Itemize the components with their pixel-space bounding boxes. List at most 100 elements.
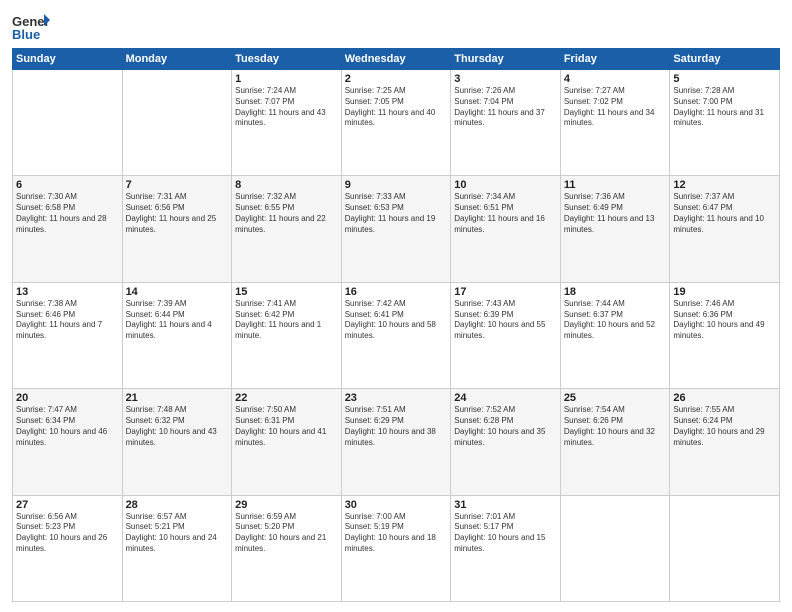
day-info: Sunrise: 7:55 AMSunset: 6:24 PMDaylight:… bbox=[673, 405, 776, 448]
day-cell bbox=[13, 70, 123, 176]
day-cell: 15Sunrise: 7:41 AMSunset: 6:42 PMDayligh… bbox=[232, 282, 342, 388]
day-info: Sunrise: 7:27 AMSunset: 7:02 PMDaylight:… bbox=[564, 86, 667, 129]
day-info: Sunrise: 7:01 AMSunset: 5:17 PMDaylight:… bbox=[454, 512, 557, 555]
week-row-2: 6Sunrise: 7:30 AMSunset: 6:58 PMDaylight… bbox=[13, 176, 780, 282]
day-info: Sunrise: 7:00 AMSunset: 5:19 PMDaylight:… bbox=[345, 512, 448, 555]
week-row-5: 27Sunrise: 6:56 AMSunset: 5:23 PMDayligh… bbox=[13, 495, 780, 601]
day-cell: 19Sunrise: 7:46 AMSunset: 6:36 PMDayligh… bbox=[670, 282, 780, 388]
day-number: 22 bbox=[235, 392, 338, 404]
calendar: SundayMondayTuesdayWednesdayThursdayFrid… bbox=[12, 48, 780, 602]
day-cell: 21Sunrise: 7:48 AMSunset: 6:32 PMDayligh… bbox=[122, 389, 232, 495]
day-number: 26 bbox=[673, 392, 776, 404]
week-row-4: 20Sunrise: 7:47 AMSunset: 6:34 PMDayligh… bbox=[13, 389, 780, 495]
day-cell: 31Sunrise: 7:01 AMSunset: 5:17 PMDayligh… bbox=[451, 495, 561, 601]
day-info: Sunrise: 7:50 AMSunset: 6:31 PMDaylight:… bbox=[235, 405, 338, 448]
day-number: 31 bbox=[454, 499, 557, 511]
day-info: Sunrise: 7:34 AMSunset: 6:51 PMDaylight:… bbox=[454, 192, 557, 235]
day-cell: 4Sunrise: 7:27 AMSunset: 7:02 PMDaylight… bbox=[560, 70, 670, 176]
day-cell: 27Sunrise: 6:56 AMSunset: 5:23 PMDayligh… bbox=[13, 495, 123, 601]
page: General Blue SundayMondayTuesdayWednesda… bbox=[0, 0, 792, 612]
weekday-header-wednesday: Wednesday bbox=[341, 49, 451, 70]
header: General Blue bbox=[12, 10, 780, 42]
day-number: 2 bbox=[345, 73, 448, 85]
day-cell: 29Sunrise: 6:59 AMSunset: 5:20 PMDayligh… bbox=[232, 495, 342, 601]
weekday-header-tuesday: Tuesday bbox=[232, 49, 342, 70]
day-cell: 7Sunrise: 7:31 AMSunset: 6:56 PMDaylight… bbox=[122, 176, 232, 282]
day-info: Sunrise: 6:59 AMSunset: 5:20 PMDaylight:… bbox=[235, 512, 338, 555]
day-number: 15 bbox=[235, 286, 338, 298]
day-cell: 14Sunrise: 7:39 AMSunset: 6:44 PMDayligh… bbox=[122, 282, 232, 388]
day-cell: 28Sunrise: 6:57 AMSunset: 5:21 PMDayligh… bbox=[122, 495, 232, 601]
day-cell: 10Sunrise: 7:34 AMSunset: 6:51 PMDayligh… bbox=[451, 176, 561, 282]
day-cell: 8Sunrise: 7:32 AMSunset: 6:55 PMDaylight… bbox=[232, 176, 342, 282]
day-cell: 6Sunrise: 7:30 AMSunset: 6:58 PMDaylight… bbox=[13, 176, 123, 282]
day-info: Sunrise: 6:57 AMSunset: 5:21 PMDaylight:… bbox=[126, 512, 229, 555]
day-number: 20 bbox=[16, 392, 119, 404]
day-cell: 9Sunrise: 7:33 AMSunset: 6:53 PMDaylight… bbox=[341, 176, 451, 282]
day-info: Sunrise: 7:37 AMSunset: 6:47 PMDaylight:… bbox=[673, 192, 776, 235]
day-cell: 5Sunrise: 7:28 AMSunset: 7:00 PMDaylight… bbox=[670, 70, 780, 176]
weekday-header-monday: Monday bbox=[122, 49, 232, 70]
day-info: Sunrise: 7:28 AMSunset: 7:00 PMDaylight:… bbox=[673, 86, 776, 129]
day-number: 6 bbox=[16, 179, 119, 191]
weekday-header-sunday: Sunday bbox=[13, 49, 123, 70]
day-number: 7 bbox=[126, 179, 229, 191]
day-info: Sunrise: 7:30 AMSunset: 6:58 PMDaylight:… bbox=[16, 192, 119, 235]
day-cell: 3Sunrise: 7:26 AMSunset: 7:04 PMDaylight… bbox=[451, 70, 561, 176]
day-number: 29 bbox=[235, 499, 338, 511]
day-number: 18 bbox=[564, 286, 667, 298]
day-info: Sunrise: 6:56 AMSunset: 5:23 PMDaylight:… bbox=[16, 512, 119, 555]
day-cell: 13Sunrise: 7:38 AMSunset: 6:46 PMDayligh… bbox=[13, 282, 123, 388]
weekday-header-friday: Friday bbox=[560, 49, 670, 70]
logo: General Blue bbox=[12, 10, 50, 42]
day-info: Sunrise: 7:44 AMSunset: 6:37 PMDaylight:… bbox=[564, 299, 667, 342]
day-cell: 11Sunrise: 7:36 AMSunset: 6:49 PMDayligh… bbox=[560, 176, 670, 282]
day-cell: 30Sunrise: 7:00 AMSunset: 5:19 PMDayligh… bbox=[341, 495, 451, 601]
day-info: Sunrise: 7:47 AMSunset: 6:34 PMDaylight:… bbox=[16, 405, 119, 448]
day-number: 30 bbox=[345, 499, 448, 511]
day-info: Sunrise: 7:25 AMSunset: 7:05 PMDaylight:… bbox=[345, 86, 448, 129]
svg-text:Blue: Blue bbox=[12, 27, 40, 42]
day-number: 14 bbox=[126, 286, 229, 298]
day-info: Sunrise: 7:39 AMSunset: 6:44 PMDaylight:… bbox=[126, 299, 229, 342]
week-row-3: 13Sunrise: 7:38 AMSunset: 6:46 PMDayligh… bbox=[13, 282, 780, 388]
day-number: 11 bbox=[564, 179, 667, 191]
day-info: Sunrise: 7:38 AMSunset: 6:46 PMDaylight:… bbox=[16, 299, 119, 342]
day-cell: 26Sunrise: 7:55 AMSunset: 6:24 PMDayligh… bbox=[670, 389, 780, 495]
day-number: 4 bbox=[564, 73, 667, 85]
day-info: Sunrise: 7:24 AMSunset: 7:07 PMDaylight:… bbox=[235, 86, 338, 129]
day-info: Sunrise: 7:31 AMSunset: 6:56 PMDaylight:… bbox=[126, 192, 229, 235]
day-number: 28 bbox=[126, 499, 229, 511]
weekday-header-saturday: Saturday bbox=[670, 49, 780, 70]
day-cell: 23Sunrise: 7:51 AMSunset: 6:29 PMDayligh… bbox=[341, 389, 451, 495]
day-info: Sunrise: 7:42 AMSunset: 6:41 PMDaylight:… bbox=[345, 299, 448, 342]
day-info: Sunrise: 7:52 AMSunset: 6:28 PMDaylight:… bbox=[454, 405, 557, 448]
day-info: Sunrise: 7:32 AMSunset: 6:55 PMDaylight:… bbox=[235, 192, 338, 235]
day-info: Sunrise: 7:41 AMSunset: 6:42 PMDaylight:… bbox=[235, 299, 338, 342]
day-info: Sunrise: 7:48 AMSunset: 6:32 PMDaylight:… bbox=[126, 405, 229, 448]
day-cell: 25Sunrise: 7:54 AMSunset: 6:26 PMDayligh… bbox=[560, 389, 670, 495]
day-info: Sunrise: 7:43 AMSunset: 6:39 PMDaylight:… bbox=[454, 299, 557, 342]
day-number: 23 bbox=[345, 392, 448, 404]
day-info: Sunrise: 7:33 AMSunset: 6:53 PMDaylight:… bbox=[345, 192, 448, 235]
day-cell: 18Sunrise: 7:44 AMSunset: 6:37 PMDayligh… bbox=[560, 282, 670, 388]
day-number: 27 bbox=[16, 499, 119, 511]
day-cell bbox=[560, 495, 670, 601]
weekday-header-row: SundayMondayTuesdayWednesdayThursdayFrid… bbox=[13, 49, 780, 70]
day-cell bbox=[122, 70, 232, 176]
day-number: 3 bbox=[454, 73, 557, 85]
day-cell: 24Sunrise: 7:52 AMSunset: 6:28 PMDayligh… bbox=[451, 389, 561, 495]
day-number: 13 bbox=[16, 286, 119, 298]
day-number: 9 bbox=[345, 179, 448, 191]
day-info: Sunrise: 7:54 AMSunset: 6:26 PMDaylight:… bbox=[564, 405, 667, 448]
day-info: Sunrise: 7:36 AMSunset: 6:49 PMDaylight:… bbox=[564, 192, 667, 235]
day-cell: 22Sunrise: 7:50 AMSunset: 6:31 PMDayligh… bbox=[232, 389, 342, 495]
day-cell: 20Sunrise: 7:47 AMSunset: 6:34 PMDayligh… bbox=[13, 389, 123, 495]
day-number: 8 bbox=[235, 179, 338, 191]
weekday-header-thursday: Thursday bbox=[451, 49, 561, 70]
logo-icon: General Blue bbox=[12, 10, 50, 42]
day-number: 17 bbox=[454, 286, 557, 298]
day-cell: 1Sunrise: 7:24 AMSunset: 7:07 PMDaylight… bbox=[232, 70, 342, 176]
day-number: 1 bbox=[235, 73, 338, 85]
day-info: Sunrise: 7:51 AMSunset: 6:29 PMDaylight:… bbox=[345, 405, 448, 448]
